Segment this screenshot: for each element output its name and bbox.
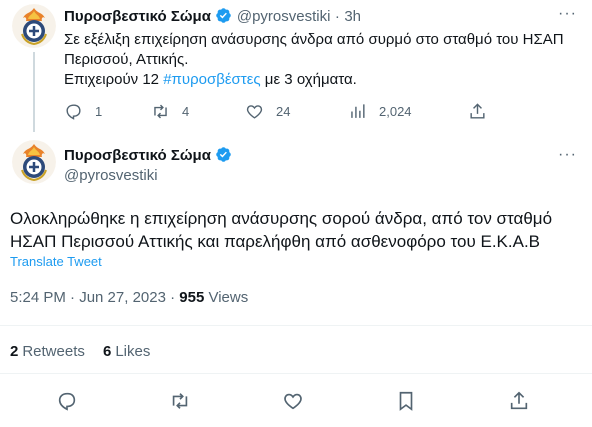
reply-button[interactable]: 1: [64, 102, 102, 121]
retweet-icon: [172, 393, 188, 409]
views-icon: [351, 104, 365, 118]
tweet1-text: Σε εξέλιξη επιχείρηση ανάσυρσης άνδρα απ…: [64, 30, 584, 90]
author-handle-2[interactable]: @pyrosvestiki: [64, 167, 158, 184]
retweet-count: 4: [182, 104, 190, 119]
retweet-button[interactable]: [169, 390, 191, 417]
retweets-count: 2: [10, 343, 19, 360]
timestamp[interactable]: 5:24 PM · Jun 27, 2023 ·: [10, 289, 179, 306]
reply-icon: [58, 392, 76, 411]
verified-icon: [216, 147, 232, 162]
tweet-time[interactable]: 3h: [344, 8, 361, 25]
views-count: 2,024: [379, 104, 412, 119]
reply-icon: [66, 104, 81, 120]
author-name[interactable]: Πυροσβεστικό Σώμα: [64, 8, 211, 25]
author-handle[interactable]: @pyrosvestiki: [237, 8, 331, 25]
tweet2-author: Πυροσβεστικό Σώμα: [64, 146, 232, 165]
like-count: 24: [276, 104, 291, 119]
likes-stat[interactable]: 6 Likes: [103, 343, 150, 361]
tweet2-line2: ΗΣΑΠ Περισσού Αττικής και παρελήφθη από …: [10, 232, 541, 251]
avatar-2[interactable]: [12, 140, 56, 184]
share-icon: [510, 391, 528, 410]
like-button[interactable]: [282, 390, 304, 417]
view-count: 955: [179, 289, 205, 306]
retweet-button[interactable]: 4: [151, 102, 189, 121]
avatar-emblem: [12, 4, 56, 48]
retweet-icon: [154, 104, 167, 119]
likes-count: 6: [103, 343, 112, 360]
likes-label: Likes: [115, 343, 151, 360]
views-label: Views: [204, 289, 249, 306]
tweet1-line3: Επιχειρούν 12 #πυροσβέστες με 3 οχήματα.: [64, 71, 357, 88]
like-icon: [284, 393, 302, 410]
avatar-emblem: [12, 140, 56, 184]
reply-count: 1: [95, 104, 103, 119]
divider: [0, 325, 592, 326]
tweet2-line1: Ολοκληρώθηκε η επιχείρηση ανάσυρσης σορο…: [10, 209, 553, 228]
divider: [0, 373, 592, 374]
views-button[interactable]: 2,024: [348, 102, 412, 121]
like-button[interactable]: 24: [245, 102, 290, 121]
separator-dot: ·: [334, 8, 340, 25]
like-icon: [246, 105, 263, 119]
verified-icon: [216, 8, 232, 23]
tweet2-text: Ολοκληρώθηκε η επιχείρηση ανάσυρσης σορο…: [10, 207, 586, 253]
share-button[interactable]: [508, 390, 530, 417]
avatar[interactable]: [12, 4, 56, 48]
bookmark-icon: [399, 391, 413, 411]
share-button[interactable]: [468, 102, 487, 121]
reply-button[interactable]: [56, 390, 78, 417]
retweets-stat[interactable]: 2 Retweets: [10, 343, 85, 361]
author-name-2[interactable]: Πυροσβεστικό Σώμα: [64, 147, 211, 164]
tweet1-line2: Περισσού, Αττικής.: [64, 51, 189, 68]
tweet-metadata: 5:24 PM · Jun 27, 2023 · 955 Views: [10, 289, 248, 306]
tweet1-line1: Σε εξέλιξη επιχείρηση ανάσυρσης άνδρα απ…: [64, 31, 564, 48]
bookmark-button[interactable]: [395, 390, 417, 417]
share-icon: [470, 103, 485, 119]
more-icon[interactable]: ···: [558, 147, 577, 163]
translate-tweet-link[interactable]: Translate Tweet: [10, 254, 102, 269]
hashtag-link[interactable]: #πυροσβέστες: [163, 71, 260, 88]
tweet1-header: Πυροσβεστικό Σώμα @pyrosvestiki · 3h: [64, 7, 361, 26]
thread-line: [33, 52, 35, 132]
more-icon[interactable]: ···: [558, 6, 577, 22]
retweets-label: Retweets: [22, 343, 85, 360]
